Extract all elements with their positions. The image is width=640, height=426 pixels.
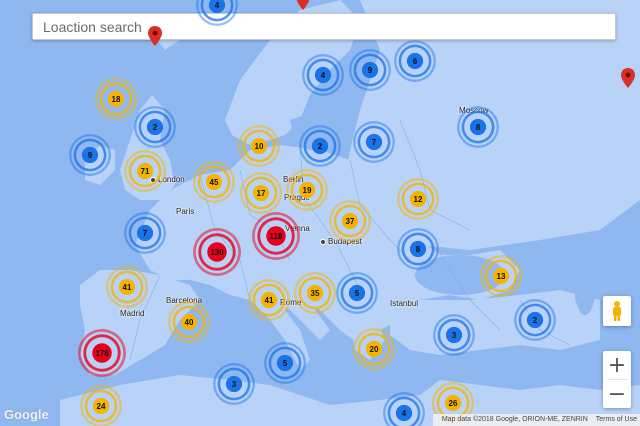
cluster-count: 8 [475, 122, 481, 132]
street-view-pegman-button[interactable] [603, 296, 631, 326]
cluster-marker[interactable]: 20 [353, 328, 395, 370]
cluster-marker[interactable]: 176 [78, 329, 126, 377]
cluster-count: 17 [256, 188, 266, 198]
cluster-count: 2 [532, 315, 538, 325]
cluster-count: 2 [152, 122, 158, 132]
location-search-input[interactable] [32, 13, 616, 40]
terms-of-use-link[interactable]: Terms of Use [596, 416, 637, 423]
cluster-marker[interactable]: 3 [433, 314, 475, 356]
cluster-marker[interactable]: 7 [353, 121, 395, 163]
cluster-count: 19 [302, 185, 312, 195]
google-logo[interactable]: Google [4, 407, 49, 422]
city-label-paris: Paris [176, 207, 194, 216]
zoom-out-button[interactable]: − [603, 380, 631, 408]
cluster-count: 5 [354, 288, 360, 298]
cluster-count: 45 [209, 177, 219, 187]
cluster-marker[interactable]: 8 [397, 228, 439, 270]
cluster-count: 40 [184, 317, 194, 327]
cluster-marker[interactable]: 8 [457, 106, 499, 148]
cluster-count: 5 [282, 358, 288, 368]
cluster-marker[interactable]: 71 [124, 150, 166, 192]
cluster-marker[interactable]: 18 [95, 78, 137, 120]
cluster-marker[interactable]: 5 [336, 272, 378, 314]
city-label-istanbul: Istanbul [390, 299, 418, 308]
cluster-count: 20 [369, 344, 379, 354]
cluster-count: 35 [310, 288, 320, 298]
cluster-marker[interactable]: 13 [480, 255, 522, 297]
pegman-icon [613, 301, 621, 321]
cluster-marker[interactable]: 12 [397, 178, 439, 220]
cluster-marker[interactable]: 4 [196, 0, 238, 26]
cluster-marker[interactable]: 4 [383, 392, 425, 426]
city-name: Madrid [120, 309, 145, 318]
city-name: Istanbul [390, 299, 419, 308]
city-dot-icon [320, 238, 326, 245]
cluster-count: 4 [320, 70, 326, 80]
location-pin-icon[interactable] [148, 26, 162, 46]
cluster-marker[interactable]: 9 [349, 49, 391, 91]
cluster-count: 37 [345, 216, 355, 226]
cluster-count: 118 [269, 231, 283, 241]
cluster-marker[interactable]: 6 [394, 40, 436, 82]
cluster-marker[interactable]: 45 [193, 161, 235, 203]
cluster-count: 8 [415, 244, 421, 254]
cluster-count: 24 [96, 401, 106, 411]
cluster-marker[interactable]: 40 [168, 301, 210, 343]
cluster-marker[interactable]: 3 [213, 363, 255, 405]
cluster-count: 26 [448, 398, 458, 408]
cluster-count: 12 [413, 194, 423, 204]
cluster-marker[interactable]: 118 [252, 212, 300, 260]
map-canvas[interactable]: Moscow London Paris Berlin Prague Vienna… [0, 0, 640, 426]
cluster-marker[interactable]: 2 [299, 125, 341, 167]
cluster-marker[interactable]: 130 [193, 228, 241, 276]
cluster-marker[interactable]: 2 [514, 299, 556, 341]
cluster-count: 13 [496, 271, 506, 281]
cluster-marker[interactable]: 2 [134, 106, 176, 148]
cluster-count: 4 [401, 408, 407, 418]
cluster-count: 4 [214, 0, 220, 10]
cluster-marker[interactable]: 9 [69, 134, 111, 176]
location-pin-icon[interactable] [621, 68, 635, 88]
cluster-marker[interactable]: 37 [329, 200, 371, 242]
cluster-marker[interactable]: 26 [432, 382, 474, 424]
cluster-count: 6 [412, 56, 418, 66]
cluster-marker[interactable]: 17 [240, 172, 282, 214]
cluster-count: 7 [142, 228, 148, 238]
cluster-count: 176 [95, 348, 109, 358]
map-data-text: Map data ©2018 Google, ORION-ME, ZENRIN [441, 416, 588, 423]
cluster-marker[interactable]: 35 [294, 272, 336, 314]
cluster-count: 41 [264, 295, 274, 305]
map-attribution: Map data ©2018 Google, ORION-ME, ZENRIN … [432, 414, 640, 426]
cluster-marker[interactable]: 5 [264, 342, 306, 384]
city-label-madrid: Madrid [120, 309, 144, 318]
cluster-marker[interactable]: 41 [248, 279, 290, 321]
cluster-count: 9 [367, 65, 373, 75]
cluster-count: 7 [371, 137, 377, 147]
cluster-count: 9 [87, 150, 93, 160]
cluster-count: 3 [231, 379, 237, 389]
cluster-marker[interactable]: 4 [302, 54, 344, 96]
cluster-marker[interactable]: 41 [106, 266, 148, 308]
cluster-marker[interactable]: 7 [124, 212, 166, 254]
zoom-controls: + − [603, 351, 631, 408]
cluster-count: 130 [210, 247, 224, 257]
city-name: Paris [176, 207, 195, 216]
cluster-count: 2 [317, 141, 323, 151]
cluster-count: 3 [451, 330, 457, 340]
location-pin-icon[interactable] [296, 0, 310, 10]
cluster-marker[interactable]: 19 [286, 169, 328, 211]
cluster-count: 10 [254, 141, 264, 151]
cluster-marker[interactable]: 10 [238, 125, 280, 167]
cluster-count: 18 [111, 94, 121, 104]
cluster-marker[interactable]: 24 [80, 385, 122, 426]
zoom-in-button[interactable]: + [603, 351, 631, 379]
cluster-count: 41 [122, 282, 132, 292]
cluster-count: 71 [140, 166, 150, 176]
